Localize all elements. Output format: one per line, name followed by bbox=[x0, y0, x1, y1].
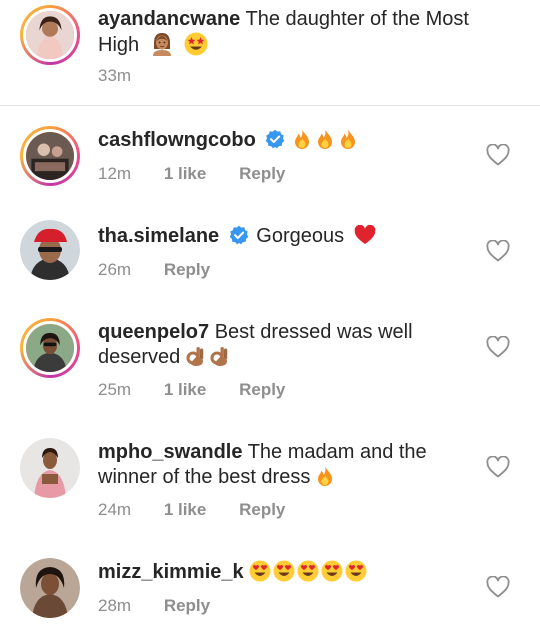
avatar-photo-icon bbox=[20, 220, 80, 280]
like-heart-icon[interactable] bbox=[486, 576, 510, 598]
commenter-avatar[interactable] bbox=[20, 438, 80, 498]
fire-emoji-icon bbox=[316, 465, 334, 487]
comment-meta: 25m 1 like Reply bbox=[98, 380, 313, 400]
caption-avatar[interactable] bbox=[20, 5, 80, 65]
comment-likes[interactable]: 1 like bbox=[164, 164, 207, 184]
post-caption: ayandancwane The daughter of the Most Hi… bbox=[0, 0, 540, 106]
avatar-image bbox=[20, 220, 80, 280]
heart-eyes-emoji-icon bbox=[297, 560, 319, 582]
verified-badge-icon bbox=[265, 129, 285, 149]
avatar-photo-icon bbox=[26, 324, 74, 372]
avatar-image bbox=[20, 558, 80, 618]
reply-button[interactable]: Reply bbox=[164, 596, 210, 616]
comment-body: tha.simelane Gorgeous bbox=[98, 224, 478, 249]
comment-time: 24m bbox=[98, 500, 132, 519]
heart-eyes-emoji-icon bbox=[345, 560, 367, 582]
caption-time: 33m bbox=[98, 66, 132, 85]
avatar-image bbox=[23, 129, 77, 183]
commenter-avatar[interactable] bbox=[20, 220, 80, 280]
woman-emoji-icon bbox=[151, 32, 173, 56]
avatar-image bbox=[23, 8, 77, 62]
comment-username[interactable]: cashflowngcobo bbox=[98, 129, 256, 151]
comment-text: Gorgeous bbox=[256, 225, 345, 247]
comment-body: queenpelo7 Best dressed was well deserve… bbox=[98, 320, 478, 370]
comment-meta: 26m Reply bbox=[98, 260, 238, 280]
comment-body: mizz_kimmie_k bbox=[98, 560, 478, 585]
verified-badge-icon bbox=[229, 225, 249, 245]
comment-time: 12m bbox=[98, 164, 132, 183]
like-heart-icon[interactable] bbox=[486, 336, 510, 358]
avatar-image bbox=[23, 321, 77, 375]
heart-eyes-emoji-icon bbox=[249, 560, 271, 582]
comment-time: 25m bbox=[98, 380, 132, 399]
comment-time: 28m bbox=[98, 596, 132, 615]
comment-meta: 12m 1 like Reply bbox=[98, 164, 313, 184]
comment-username[interactable]: queenpelo7 bbox=[98, 321, 209, 343]
heart-eyes-emoji-icon bbox=[273, 560, 295, 582]
ok-hand-emoji-icon bbox=[186, 345, 206, 367]
heart-eyes-emoji-icon bbox=[321, 560, 343, 582]
fire-emoji-icon bbox=[293, 128, 311, 150]
comment-time: 26m bbox=[98, 260, 132, 279]
like-heart-icon[interactable] bbox=[486, 144, 510, 166]
fire-emoji-icon bbox=[339, 128, 357, 150]
reply-button[interactable]: Reply bbox=[164, 260, 210, 280]
avatar-photo-icon bbox=[20, 438, 80, 498]
like-heart-icon[interactable] bbox=[486, 240, 510, 262]
avatar-image bbox=[20, 438, 80, 498]
caption-body: ayandancwane The daughter of the Most Hi… bbox=[98, 7, 478, 58]
comment-body: mpho_swandle The madam and the winner of… bbox=[98, 440, 478, 490]
comment-likes[interactable]: 1 like bbox=[164, 500, 207, 520]
comment-meta: 28m Reply bbox=[98, 596, 238, 616]
caption-meta: 33m bbox=[98, 66, 159, 86]
star-struck-emoji-icon bbox=[184, 32, 208, 56]
like-heart-icon[interactable] bbox=[486, 456, 510, 478]
commenter-avatar[interactable] bbox=[20, 558, 80, 618]
avatar-photo-icon bbox=[26, 132, 74, 180]
comment-likes[interactable]: 1 like bbox=[164, 380, 207, 400]
red-heart-emoji-icon bbox=[354, 225, 376, 245]
avatar-photo-icon bbox=[26, 11, 74, 59]
comment-username[interactable]: tha.simelane bbox=[98, 225, 219, 247]
comment-body: cashflowngcobo bbox=[98, 128, 478, 153]
reply-button[interactable]: Reply bbox=[239, 164, 285, 184]
reply-button[interactable]: Reply bbox=[239, 500, 285, 520]
commenter-avatar[interactable] bbox=[20, 126, 80, 186]
commenter-avatar[interactable] bbox=[20, 318, 80, 378]
comment-meta: 24m 1 like Reply bbox=[98, 500, 313, 520]
comment-username[interactable]: mpho_swandle bbox=[98, 441, 242, 463]
ok-hand-emoji-icon bbox=[210, 345, 230, 367]
comment-username[interactable]: mizz_kimmie_k bbox=[98, 561, 244, 583]
avatar-photo-icon bbox=[20, 558, 80, 618]
fire-emoji-icon bbox=[316, 128, 334, 150]
reply-button[interactable]: Reply bbox=[239, 380, 285, 400]
caption-username[interactable]: ayandancwane bbox=[98, 8, 240, 30]
